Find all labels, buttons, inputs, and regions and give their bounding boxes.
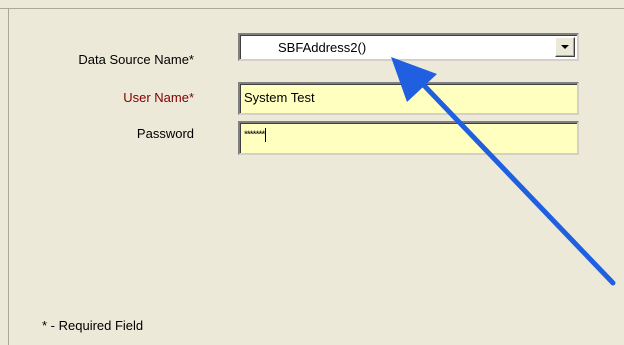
user-name-field[interactable]: System Test	[238, 82, 579, 115]
text-caret	[265, 128, 267, 142]
password-field[interactable]: *******	[238, 121, 579, 155]
required-field-note: * - Required Field	[42, 318, 144, 333]
user-name-label: User Name*	[123, 90, 194, 105]
password-label: Password	[136, 126, 194, 141]
user-name-value: System Test	[244, 90, 315, 105]
dsn-value: SBFAddress2()	[278, 40, 367, 55]
dsn-dropdown-button[interactable]	[555, 37, 575, 57]
dsn-label: Data Source Name*	[78, 52, 194, 67]
top-divider	[0, 8, 624, 9]
password-mask: *******	[244, 128, 267, 142]
password-value: *******	[244, 129, 265, 141]
dsn-combobox[interactable]: SBFAddress2()	[238, 33, 579, 61]
chevron-down-icon	[561, 45, 569, 49]
